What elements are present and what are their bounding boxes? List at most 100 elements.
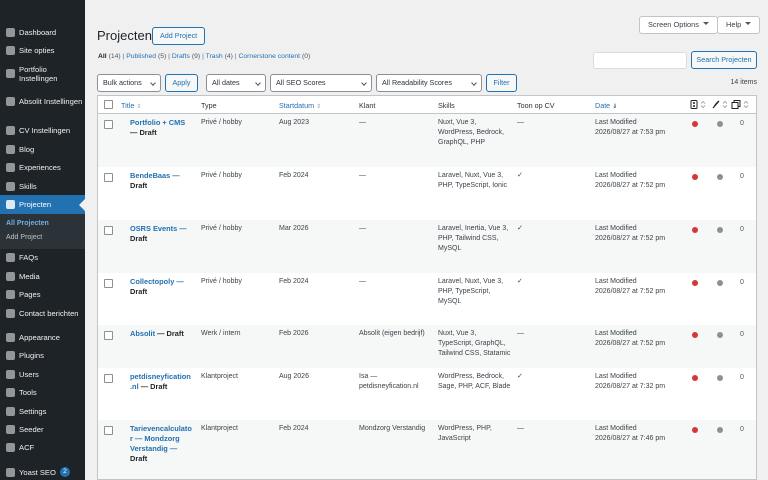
post-state: — Draft: [130, 128, 157, 137]
row-checkbox[interactable]: [104, 279, 113, 288]
project-startdatum: Feb 2024: [279, 425, 309, 432]
chevron-down-icon: [361, 80, 367, 86]
client-line: Absolit (eigen bedrijf): [359, 330, 425, 337]
readability-icon[interactable]: [712, 100, 720, 109]
project-title-link[interactable]: BendeBaas — Draft: [130, 171, 194, 191]
view-drafts-link[interactable]: Drafts: [172, 53, 190, 60]
client-line: —: [359, 119, 366, 126]
sidebar-item-seeder[interactable]: Seeder: [0, 420, 85, 438]
row-checkbox[interactable]: [104, 374, 113, 383]
view-published-link[interactable]: Published: [126, 53, 156, 60]
sidebar-item-users[interactable]: Users: [0, 365, 85, 383]
project-date: Last Modified 2026/08/27 at 7:46 pm: [595, 424, 685, 444]
date-value: 2026/08/27 at 7:53 pm: [595, 129, 666, 136]
sidebar-item-skills[interactable]: Skills: [0, 177, 85, 195]
row-checkbox[interactable]: [104, 120, 113, 129]
help-button[interactable]: Help: [717, 16, 761, 34]
media-icon: [6, 271, 15, 281]
date-status: Last Modified: [595, 172, 637, 179]
bulk-actions-select[interactable]: Bulk actions: [97, 74, 161, 92]
project-title-link[interactable]: Absolit — Draft: [130, 329, 194, 339]
submenu-add-project[interactable]: Add Project: [0, 231, 85, 245]
project-title-link[interactable]: Collectopoly — Draft: [130, 277, 194, 297]
project-title-link[interactable]: OSRS Events — Draft: [130, 224, 194, 244]
view-all-link[interactable]: All: [98, 53, 107, 60]
project-title-line: Verstandig —: [130, 444, 178, 453]
toon-op-cv-value: ✓: [517, 373, 523, 380]
post-state: Draft: [130, 287, 148, 296]
toon-op-cv-value: ✓: [517, 225, 523, 232]
sidebar-item-label: Plugins: [19, 351, 44, 361]
sidebar-item-yoast-seo[interactable]: Yoast SEO 2: [0, 463, 85, 480]
pin-icon: [6, 308, 15, 318]
seo-score-select[interactable]: All SEO Scores: [270, 74, 372, 92]
submenu-all-projecten[interactable]: All Projecten: [0, 217, 85, 231]
sidebar-item-faqs[interactable]: FAQs: [0, 249, 85, 267]
toon-op-cv-value: —: [517, 119, 524, 126]
table-row: petdisneyfication .nl — Draft Klantproject…: [98, 368, 756, 420]
sidebar-item-blog[interactable]: Blog: [0, 140, 85, 158]
internal-links-icon[interactable]: [731, 100, 741, 109]
sidebar-item-settings[interactable]: Settings: [0, 402, 85, 420]
readability-select[interactable]: All Readability Scores: [376, 74, 482, 92]
row-checkbox[interactable]: [104, 173, 113, 182]
filter-button[interactable]: Filter: [486, 74, 517, 92]
search-input[interactable]: [593, 52, 687, 69]
chevron-down-icon: [745, 22, 752, 28]
toon-op-cv-value: —: [517, 330, 524, 337]
sidebar-item-label: Blog: [19, 144, 35, 154]
search-button[interactable]: Search Projecten: [691, 51, 757, 69]
column-date[interactable]: Date ⇓: [595, 101, 617, 110]
sidebar-item-tools[interactable]: Tools: [0, 383, 85, 401]
seo-score-icon[interactable]: [690, 100, 698, 109]
skills-line: PHP, TypeScript, Ionic: [438, 182, 507, 189]
pin-icon: [6, 253, 15, 263]
gear-icon: [6, 126, 15, 136]
row-checkbox[interactable]: [104, 426, 113, 435]
project-title-link[interactable]: petdisneyfication .nl — Draft: [130, 372, 194, 392]
row-checkbox[interactable]: [104, 331, 113, 340]
project-title-link[interactable]: Portfolio + CMS — Draft: [130, 118, 194, 138]
admin-sidebar: Dashboard Site opties Portfolio Instelling…: [0, 0, 85, 480]
seo-score-indicator: [692, 332, 698, 338]
view-cornerstone-link[interactable]: Cornerstone content: [238, 53, 300, 60]
view-trash-link[interactable]: Trash: [206, 53, 223, 60]
sidebar-item-media[interactable]: Media: [0, 267, 85, 285]
sidebar-item-absolit-instellingen[interactable]: Absolit Instellingen: [0, 88, 85, 116]
sidebar-item-pages[interactable]: Pages: [0, 286, 85, 304]
sidebar-item-portfolio-instellingen[interactable]: Portfolio Instellingen: [0, 60, 85, 88]
sidebar-item-site-opties[interactable]: Site opties: [0, 41, 85, 59]
sidebar-item-experiences[interactable]: Experiences: [0, 159, 85, 177]
seo-score-indicator: [692, 280, 698, 286]
dates-select[interactable]: All dates: [206, 74, 266, 92]
column-startdatum[interactable]: Startdatum ⇕: [279, 101, 321, 110]
row-checkbox[interactable]: [104, 226, 113, 235]
sidebar-item-plugins[interactable]: Plugins: [0, 347, 85, 365]
column-title[interactable]: Title ⇕: [121, 101, 141, 110]
seo-score-indicator: [692, 227, 698, 233]
sidebar-item-contact-berichten[interactable]: Contact berichten: [0, 304, 85, 322]
sidebar-item-appearance[interactable]: Appearance: [0, 328, 85, 346]
apply-button[interactable]: Apply: [165, 74, 198, 92]
project-startdatum: Feb 2024: [279, 172, 309, 179]
readability-indicator: [717, 427, 723, 433]
project-title-link[interactable]: Tarievencalculato r — Mondzorg Verstandig …: [130, 424, 194, 464]
chevron-down-icon: [255, 80, 261, 86]
screen-options-button[interactable]: Screen Options: [639, 16, 718, 34]
skills-line: JavaScript: [438, 435, 471, 442]
sidebar-item-dashboard[interactable]: Dashboard: [0, 23, 85, 41]
skills-line: Nuxt, Vue 3,: [438, 330, 477, 337]
sidebar-item-label: Contact berichten: [19, 308, 79, 318]
skills-line: Nuxt, Vue 3,: [438, 119, 477, 126]
project-title-line: Absolit: [130, 329, 156, 338]
readability-indicator: [717, 121, 723, 127]
select-all-checkbox[interactable]: [104, 100, 113, 109]
sidebar-item-acf[interactable]: ACF: [0, 439, 85, 457]
skills-line: GraphQL, PHP: [438, 139, 486, 146]
sidebar-item-cv-instellingen[interactable]: CV Instellingen: [0, 122, 85, 140]
add-project-button[interactable]: Add Project: [152, 27, 206, 45]
sidebar-item-projecten[interactable]: Projecten: [0, 195, 85, 214]
project-skills: Nuxt, Vue 3, TypeScript, GraphQL, Tailwind…: [438, 329, 514, 359]
sidebar-item-label: Tools: [19, 388, 37, 398]
client-line: Mondzorg Verstandig: [359, 425, 426, 432]
